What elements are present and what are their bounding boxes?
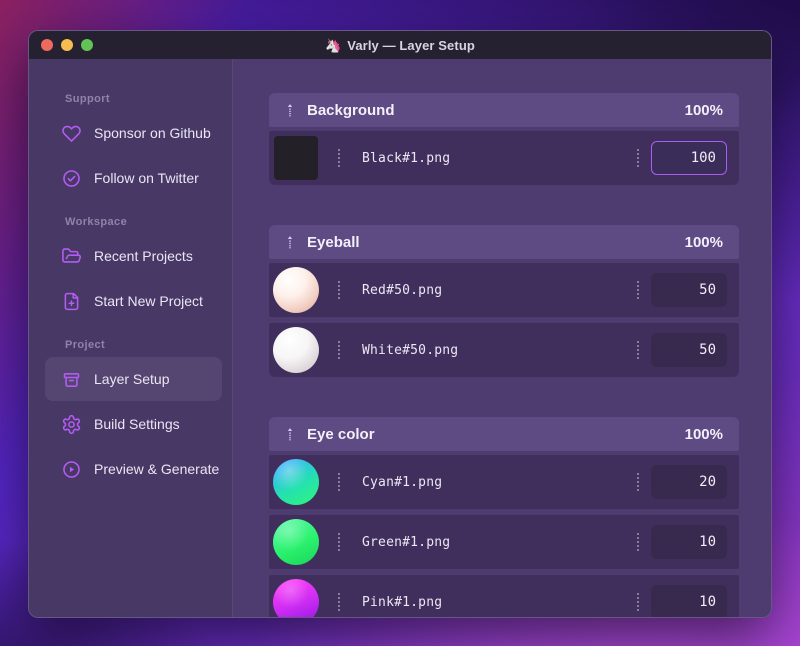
dotted-divider	[338, 281, 340, 299]
group-title: Eyeball	[307, 233, 360, 251]
traffic-lights	[41, 39, 93, 51]
file-plus-icon	[64, 292, 79, 310]
layer-row: Cyan#1.png	[269, 455, 739, 509]
close-button[interactable]	[41, 39, 53, 51]
layer-filename: Green#1.png	[362, 534, 451, 550]
sidebar-item-layer-setup[interactable]: Layer Setup	[45, 357, 222, 401]
layer-thumbnail	[274, 136, 318, 180]
layer-row: Red#50.png	[269, 263, 739, 317]
layer-filename: Pink#1.png	[362, 594, 443, 610]
layer-group-background: Background 100% Black#1.png	[269, 93, 739, 185]
group-percent: 100%	[684, 101, 723, 119]
layer-weight-input[interactable]	[651, 585, 727, 617]
drag-handle-icon[interactable]	[281, 424, 299, 444]
app-icon: 🦄	[325, 37, 342, 53]
layer-thumbnail	[273, 519, 319, 565]
app-window: 🦄 Varly — Layer Setup Support Sponsor on…	[28, 30, 772, 618]
layer-thumbnail	[273, 267, 319, 313]
layer-weight-input[interactable]	[651, 141, 727, 175]
layer-filename: Red#50.png	[362, 282, 443, 298]
sidebar-item-follow-on-twitter[interactable]: Follow on Twitter	[45, 156, 222, 200]
layer-row: Black#1.png	[269, 131, 739, 185]
sidebar-item-sponsor-on-github[interactable]: Sponsor on Github	[45, 111, 222, 155]
layer-group-eye-color: Eye color 100% Cyan#1.png Green#1.png	[269, 417, 739, 617]
dotted-divider	[637, 149, 639, 167]
layer-filename: Cyan#1.png	[362, 474, 443, 490]
zoom-button[interactable]	[81, 39, 93, 51]
sidebar-section-project: Project Layer Setup Build Settings Previ…	[29, 339, 232, 491]
layer-weight-input[interactable]	[651, 273, 727, 307]
dotted-divider	[338, 533, 340, 551]
sidebar-item-preview-generate[interactable]: Preview & Generate	[45, 447, 222, 491]
sidebar-item-build-settings[interactable]: Build Settings	[45, 402, 222, 446]
group-title: Eye color	[307, 425, 375, 443]
group-percent: 100%	[684, 425, 723, 443]
minimize-button[interactable]	[61, 39, 73, 51]
sidebar-item-label: Start New Project	[94, 293, 203, 309]
dotted-divider	[338, 149, 340, 167]
layer-row: White#50.png	[269, 323, 739, 377]
section-label: Project	[65, 339, 106, 351]
sidebar-item-label: Preview & Generate	[94, 461, 220, 477]
dotted-divider	[338, 341, 340, 359]
layer-setup-panel[interactable]: Background 100% Black#1.png Eyeball	[233, 59, 771, 617]
drag-handle-icon[interactable]	[281, 100, 299, 120]
play-circle-icon	[63, 460, 80, 478]
group-title: Background	[307, 101, 395, 119]
sidebar-section-support: Support Sponsor on Github Follow on Twit…	[29, 93, 232, 200]
dotted-divider	[637, 533, 639, 551]
sidebar: Support Sponsor on Github Follow on Twit…	[29, 59, 233, 617]
dotted-divider	[637, 281, 639, 299]
window-title: Varly — Layer Setup	[347, 37, 475, 53]
dotted-divider	[338, 473, 340, 491]
layer-thumbnail	[273, 327, 319, 373]
drag-handle-icon[interactable]	[281, 232, 299, 252]
dotted-divider	[637, 593, 639, 611]
badge-check-icon	[63, 169, 80, 187]
group-percent: 100%	[684, 233, 723, 251]
gear-icon	[62, 414, 81, 434]
section-label: Support	[65, 93, 110, 105]
layer-weight-input[interactable]	[651, 333, 727, 367]
dotted-divider	[338, 593, 340, 611]
group-header: Eye color 100%	[269, 417, 739, 451]
sidebar-item-label: Sponsor on Github	[94, 125, 211, 141]
sidebar-item-label: Build Settings	[94, 416, 180, 432]
dotted-divider	[637, 473, 639, 491]
sidebar-item-label: Follow on Twitter	[94, 170, 199, 186]
layer-filename: White#50.png	[362, 342, 459, 358]
section-label: Workspace	[65, 216, 128, 228]
dotted-divider	[637, 341, 639, 359]
sidebar-item-recent-projects[interactable]: Recent Projects	[45, 234, 222, 278]
archive-box-icon	[63, 372, 80, 387]
sidebar-section-workspace: Workspace Recent Projects Start New Proj…	[29, 216, 232, 323]
sidebar-item-label: Layer Setup	[94, 371, 170, 387]
layer-thumbnail	[273, 459, 319, 505]
group-header: Eyeball 100%	[269, 225, 739, 259]
sidebar-item-start-new-project[interactable]: Start New Project	[45, 279, 222, 323]
folder-open-icon	[62, 247, 82, 263]
layer-thumbnail	[273, 579, 319, 617]
layer-weight-input[interactable]	[651, 465, 727, 499]
sidebar-item-label: Recent Projects	[94, 248, 193, 264]
layer-row: Pink#1.png	[269, 575, 739, 617]
layer-weight-input[interactable]	[651, 525, 727, 559]
layer-group-eyeball: Eyeball 100% Red#50.png White#50.png	[269, 225, 739, 377]
layer-filename: Black#1.png	[362, 150, 451, 166]
title-bar[interactable]: 🦄 Varly — Layer Setup	[29, 31, 771, 59]
layer-row: Green#1.png	[269, 515, 739, 569]
heart-icon	[62, 125, 81, 142]
group-header: Background 100%	[269, 93, 739, 127]
